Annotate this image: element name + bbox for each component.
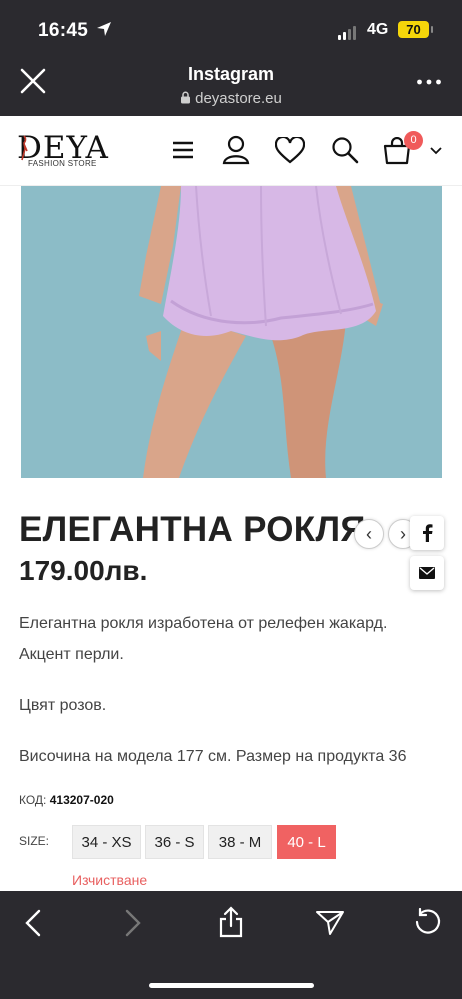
search-icon[interactable] bbox=[331, 136, 359, 164]
description-line: Цвят розов. bbox=[19, 697, 107, 714]
logo-subtitle: FASHION STORE bbox=[28, 159, 97, 168]
product-price: 179.00лв. bbox=[19, 555, 148, 586]
share-icon[interactable] bbox=[218, 906, 244, 938]
home-indicator bbox=[149, 983, 314, 988]
logo-figure-mark bbox=[21, 135, 28, 161]
size-option-36-s[interactable]: 36 - S bbox=[145, 825, 204, 859]
product-title: ЕЛЕГАНТНА РОКЛЯ bbox=[19, 510, 366, 549]
battery-level: 70 bbox=[398, 21, 429, 38]
instagram-browser-header: 16:45 4G 70 Instagram deyastore.eu bbox=[0, 0, 462, 116]
code-value: 413207-020 bbox=[49, 793, 114, 807]
dress-photo bbox=[21, 186, 442, 478]
size-label: SIZE: bbox=[19, 834, 50, 848]
send-icon[interactable] bbox=[316, 910, 344, 936]
signal-icon bbox=[338, 26, 356, 40]
menu-icon[interactable] bbox=[172, 139, 194, 161]
refresh-icon[interactable] bbox=[414, 908, 442, 936]
network-label: 4G bbox=[367, 21, 389, 38]
email-share-button[interactable] bbox=[410, 556, 444, 590]
store-logo[interactable]: DEYA FASHION STORE bbox=[17, 130, 123, 174]
product-code: КОД: 413207-020 bbox=[19, 793, 114, 807]
product-image[interactable] bbox=[21, 186, 442, 478]
description-line: Акцент перли. bbox=[19, 646, 124, 663]
status-time: 16:45 bbox=[38, 20, 89, 41]
url-text: deyastore.eu bbox=[195, 90, 282, 107]
clear-selection-link[interactable]: Изчистване bbox=[72, 872, 147, 888]
battery-tip bbox=[431, 26, 433, 33]
browser-url: deyastore.eu bbox=[0, 90, 462, 107]
code-label: КОД: bbox=[19, 793, 47, 807]
cart-count-badge: 0 bbox=[404, 131, 423, 150]
back-icon[interactable] bbox=[24, 909, 42, 937]
browser-title: Instagram bbox=[187, 64, 275, 84]
chevron-down-icon[interactable] bbox=[430, 147, 442, 155]
facebook-share-button[interactable] bbox=[410, 516, 444, 550]
size-option-38-m[interactable]: 38 - M bbox=[208, 825, 272, 859]
size-option-34-xs[interactable]: 34 - XS bbox=[72, 825, 141, 859]
mail-icon bbox=[419, 567, 435, 579]
heart-icon[interactable] bbox=[275, 137, 305, 164]
prev-product-button[interactable]: ‹ bbox=[354, 519, 384, 549]
user-icon[interactable] bbox=[222, 135, 250, 165]
size-option-40-l[interactable]: 40 - L bbox=[277, 825, 336, 859]
facebook-icon bbox=[423, 524, 433, 542]
more-icon[interactable] bbox=[416, 78, 442, 86]
location-arrow-icon bbox=[97, 22, 111, 36]
forward-icon[interactable] bbox=[124, 909, 142, 937]
description-line: Елегантна рокля изработена от релефен жа… bbox=[19, 615, 388, 632]
description-line: Височина на модела 177 см. Размер на про… bbox=[19, 748, 407, 765]
lock-icon bbox=[181, 91, 191, 104]
